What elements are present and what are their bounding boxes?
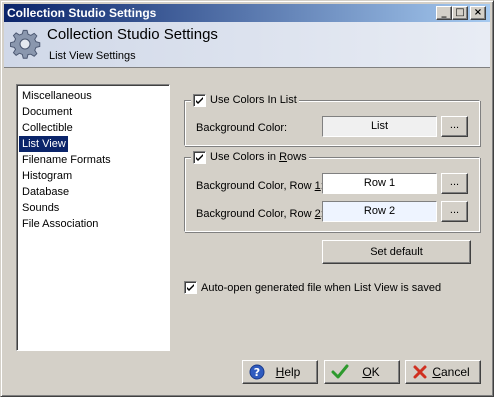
svg-text:?: ? — [254, 366, 260, 379]
auto-open-label: Auto-open generated file when List View … — [201, 281, 442, 294]
category-item-miscellaneous[interactable]: Miscellaneous — [19, 88, 94, 104]
set-default-button[interactable]: Set default — [322, 240, 471, 264]
category-item-collectible[interactable]: Collectible — [19, 120, 75, 136]
minimize-button[interactable]: _ — [436, 6, 452, 20]
use-colors-in-list-label: Use Colors In List — [210, 94, 297, 106]
ok-label: OK — [362, 365, 380, 379]
checkmark-icon — [187, 284, 194, 291]
cancel-label: Cancel — [432, 365, 470, 379]
ok-button[interactable]: OK — [324, 360, 400, 384]
list-bg-color-label: Background Color: — [196, 122, 288, 134]
help-icon: ? — [249, 364, 265, 380]
check-icon — [331, 364, 349, 379]
category-list[interactable]: Miscellaneous Document Collectible List … — [16, 84, 170, 351]
use-colors-in-list-checkbox[interactable] — [193, 93, 206, 107]
category-item-document[interactable]: Document — [19, 104, 74, 120]
row2-bg-color-label: Background Color, Row 2: — [196, 208, 324, 220]
row1-bg-color-label: Background Color, Row 1: — [196, 180, 324, 192]
category-item-database[interactable]: Database — [19, 184, 71, 200]
list-bg-color-browse-button[interactable]: ... — [441, 116, 468, 137]
header-panel: Collection Studio Settings List View Set… — [4, 22, 490, 68]
category-item-file-association[interactable]: File Association — [19, 216, 100, 232]
category-item-filename-formats[interactable]: Filename Formats — [19, 152, 113, 168]
settings-window: Collection Studio Settings _ □ × Collect… — [0, 0, 494, 397]
use-colors-in-rows-label: Use Colors in Rows — [210, 151, 307, 163]
window-title: Collection Studio Settings — [7, 6, 157, 20]
use-colors-in-rows-toggle[interactable]: Use Colors in Rows — [191, 150, 309, 164]
row1-bg-color-swatch[interactable]: Row 1 — [322, 173, 437, 194]
gear-icon — [10, 29, 41, 59]
list-colors-group: Use Colors In List Background Color: Lis… — [184, 93, 480, 146]
row1-bg-color-browse-button[interactable]: ... — [441, 173, 468, 194]
cancel-icon — [413, 365, 427, 379]
cancel-button[interactable]: Cancel — [405, 360, 481, 384]
category-item-histogram[interactable]: Histogram — [19, 168, 74, 184]
close-button[interactable]: × — [470, 6, 486, 20]
title-bar[interactable]: Collection Studio Settings _ □ × — [4, 4, 490, 22]
use-colors-in-rows-checkbox[interactable] — [193, 150, 206, 164]
help-button[interactable]: ? Help — [242, 360, 318, 384]
help-label: Help — [275, 365, 301, 379]
category-item-sounds[interactable]: Sounds — [19, 200, 61, 216]
row-colors-group: Use Colors in Rows Background Color, Row… — [184, 150, 480, 232]
maximize-button[interactable]: □ — [452, 6, 468, 20]
list-bg-color-swatch[interactable]: List — [322, 116, 437, 137]
auto-open-checkbox[interactable] — [184, 281, 197, 294]
row2-bg-color-swatch[interactable]: Row 2 — [322, 201, 437, 222]
header-title: Collection Studio Settings — [47, 26, 218, 43]
checkmark-icon — [196, 153, 203, 161]
auto-open-toggle[interactable]: Auto-open generated file when List View … — [184, 281, 441, 294]
use-colors-in-list-toggle[interactable]: Use Colors In List — [191, 93, 299, 107]
checkmark-icon — [196, 96, 203, 104]
row2-bg-color-browse-button[interactable]: ... — [441, 201, 468, 222]
category-item-list-view[interactable]: List View — [19, 136, 68, 152]
header-subtitle: List View Settings — [49, 50, 136, 62]
